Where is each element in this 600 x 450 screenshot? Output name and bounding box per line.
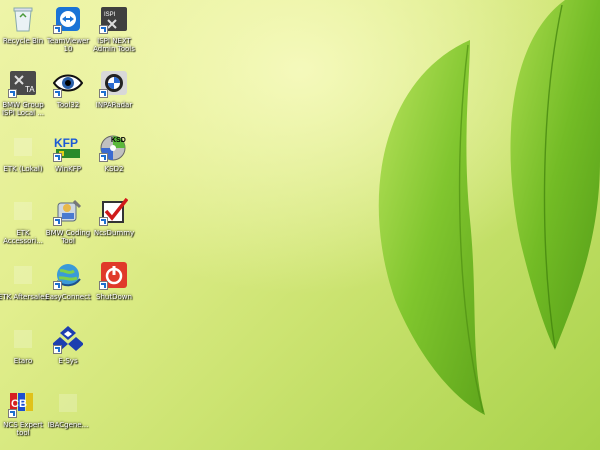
desktop-icon-ncs-expert[interactable]: C B NCS Expert tool: [0, 388, 46, 437]
desktop-icon-bmw-coding-tool[interactable]: BMW Coding Tool: [45, 196, 91, 245]
desktop-icon-ncsdummy[interactable]: NcsDummy: [91, 196, 137, 237]
desktop-icon-esys[interactable]: E-Sys: [45, 324, 91, 365]
svg-text:TA: TA: [25, 85, 35, 94]
desktop-icon-shutdown[interactable]: ShutDown: [91, 260, 137, 301]
desktop-icon-label: NcsDummy: [93, 229, 135, 237]
leaf-right: [510, 0, 600, 350]
checkmark-icon: [99, 196, 129, 226]
svg-text:KFP: KFP: [54, 136, 78, 150]
desktop-icon-label: ShutDown: [96, 293, 132, 301]
desktop-icon-label: KSD2: [104, 165, 124, 173]
desktop-icon-label: IBACgene...: [47, 421, 89, 429]
desktop-icon-label: E-Sys: [58, 357, 78, 365]
desktop-icon-bmw-group-ispi[interactable]: TA BMW Group ISPI Local ...: [0, 68, 46, 117]
eye-icon: [53, 68, 83, 98]
globe-connect-icon: [53, 260, 83, 290]
esys-icon: [53, 324, 83, 354]
svg-text:ISPI: ISPI: [104, 12, 116, 18]
ksd2-disc-icon: KSD: [99, 132, 129, 162]
etk-accessories-icon: [8, 196, 38, 226]
desktop-icon-inparadar[interactable]: INPARadar: [91, 68, 137, 109]
bmw-group-ta-icon: TA: [8, 68, 38, 98]
ispi-next-icon: ISPI: [99, 4, 129, 34]
coding-tool-icon: [53, 196, 83, 226]
ibac-icon: [53, 388, 83, 418]
desktop-icon-label: ISPI NEXT Admin Tools: [93, 37, 135, 53]
ncs-expert-icon: C B: [8, 388, 38, 418]
power-icon: [99, 260, 129, 290]
desktop-icon-ispi-next-admin[interactable]: ISPI ISPI NEXT Admin Tools: [91, 4, 137, 53]
winkfp-icon: KFP: [53, 132, 83, 162]
leaf-left: [378, 40, 485, 415]
desktop-icon-label: INPARadar: [95, 101, 133, 109]
etk-icon: [8, 132, 38, 162]
bmw-logo-icon: [99, 68, 129, 98]
etk-aftersales-icon: [8, 260, 38, 290]
etaro-icon: [8, 324, 38, 354]
recycle-bin-icon: [8, 4, 38, 34]
svg-text:B: B: [19, 398, 27, 410]
desktop-icon-ksd2[interactable]: KSD KSD2: [91, 132, 137, 173]
desktop-icon-ibac[interactable]: IBACgene...: [45, 388, 91, 429]
svg-text:KSD: KSD: [111, 137, 126, 144]
teamviewer-icon: [53, 4, 83, 34]
